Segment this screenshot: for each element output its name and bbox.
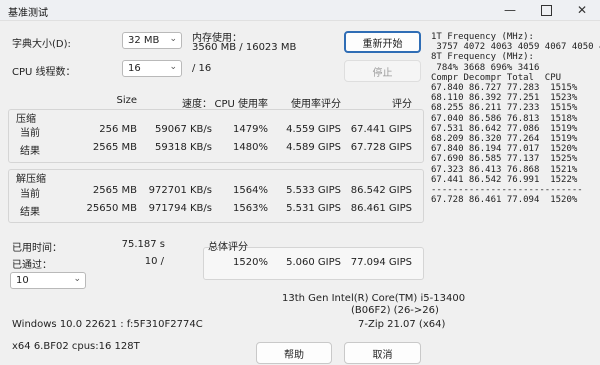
cancel-button[interactable]: 取消: [344, 342, 421, 364]
usage-rating-cell: 5.531 GIPS: [286, 203, 341, 214]
header-rating: 评分: [392, 99, 412, 110]
log-line: 67.690 86.585 77.137 1525%: [431, 154, 578, 165]
log-line: 3757 4072 4063 4059 4067 4050 4060: [436, 42, 600, 53]
size-cell: 2565 MB: [92, 185, 137, 196]
usage-rating-cell: 5.533 GIPS: [286, 185, 341, 196]
dict-size-select[interactable]: 32 MB ⌄: [122, 32, 182, 49]
header-cpu-usage: CPU 使用率: [214, 99, 268, 110]
dict-size-label: 字典大小(D):: [12, 39, 71, 50]
compress-group: [8, 109, 424, 163]
stop-button[interactable]: 停止: [344, 60, 421, 82]
usage-rating-cell: 4.559 GIPS: [286, 124, 341, 135]
cpu-id: (B06F2) (26->26): [351, 305, 439, 316]
total-rating-value: 77.094 GIPS: [350, 257, 412, 268]
cpu-threads-select[interactable]: 16 ⌄: [122, 60, 182, 77]
row-label: 当前: [20, 128, 40, 139]
chevron-down-icon: ⌄: [73, 274, 81, 284]
log-line: 784% 3668 696% 3416: [431, 62, 540, 73]
header-speed: 速度：: [182, 99, 212, 110]
elapsed-label: 已用时间：: [12, 243, 62, 254]
log-line: 67.840 86.727 77.283 1515%: [431, 83, 578, 94]
total-rating-label: 总体评分: [208, 242, 248, 253]
passes-select[interactable]: 10 ⌄: [10, 272, 86, 289]
size-cell: 2565 MB: [92, 142, 137, 153]
log-line: 68.209 86.320 77.264 1519%: [431, 134, 578, 145]
compress-label: 压缩: [16, 114, 36, 125]
size-cell: 256 MB: [99, 124, 137, 135]
passes-value: 10: [16, 275, 29, 286]
passed-value: 10 /: [144, 256, 164, 267]
rating-cell: 86.461 GIPS: [350, 203, 412, 214]
frequency-log-panel: 1T Frequency (MHz): 3757 4072 4063 4059 …: [431, 32, 600, 206]
speed-cell: 971794 KB/s: [148, 203, 212, 214]
log-line: 67.441 86.542 76.991 1522%: [431, 174, 578, 185]
log-line: 67.323 86.413 76.868 1521%: [431, 164, 578, 175]
log-line: 68.110 86.392 77.251 1523%: [431, 93, 578, 104]
total-cpu-usage: 1520%: [233, 257, 268, 268]
memory-usage-value: 3560 MB / 16023 MB: [192, 42, 297, 53]
usage-rating-cell: 4.589 GIPS: [286, 142, 341, 153]
chevron-down-icon: ⌄: [169, 34, 177, 44]
decompress-group: [8, 169, 424, 223]
elapsed-value: 75.187 s: [121, 239, 165, 250]
log-line: 67.840 86.194 77.017 1520%: [431, 144, 578, 155]
row-label: 结果: [20, 146, 40, 157]
cpu-cell: 1563%: [233, 203, 268, 214]
rating-cell: 67.441 GIPS: [350, 124, 412, 135]
cpu-cell: 1479%: [233, 124, 268, 135]
passed-label: 已通过：: [12, 260, 52, 271]
speed-cell: 59067 KB/s: [155, 124, 212, 135]
decompress-label: 解压缩: [16, 174, 46, 185]
cpu-threads-value: 16: [128, 63, 141, 74]
log-line: 67.728 86.461 77.094 1520%: [431, 195, 578, 206]
log-line: 8T Frequency (MHz):: [431, 52, 534, 63]
speed-cell: 972701 KB/s: [148, 185, 212, 196]
cpu-cell: 1564%: [233, 185, 268, 196]
log-line: ----------------------------: [431, 185, 583, 196]
cpu-threads-total: / 16: [192, 63, 212, 74]
header-usage-rating: 使用率评分: [291, 99, 341, 110]
log-line: 67.040 86.586 76.813 1518%: [431, 113, 578, 124]
cpu-threads-label: CPU 线程数：: [12, 67, 76, 78]
maximize-icon[interactable]: [528, 0, 564, 20]
cpu-cell: 1480%: [233, 142, 268, 153]
cpu-model: 13th Gen Intel(R) Core(TM) i5-13400: [282, 293, 466, 304]
total-usage-rating: 5.060 GIPS: [286, 257, 341, 268]
close-icon[interactable]: ✕: [564, 0, 600, 20]
speed-cell: 59318 KB/s: [155, 142, 212, 153]
log-line: Compr Decompr Total CPU: [431, 72, 562, 83]
log-line: 1T Frequency (MHz):: [431, 32, 534, 42]
size-cell: 25650 MB: [86, 203, 137, 214]
minimize-icon[interactable]: —: [492, 0, 528, 20]
rating-cell: 67.728 GIPS: [350, 142, 412, 153]
title-bar: 基准测试 — ✕: [0, 0, 600, 21]
row-label: 当前: [20, 189, 40, 200]
log-line: 68.255 86.211 77.233 1515%: [431, 103, 578, 114]
dict-size-value: 32 MB: [128, 35, 160, 46]
window-title: 基准测试: [8, 8, 48, 19]
log-line: 67.531 86.642 77.086 1519%: [431, 123, 578, 134]
chevron-down-icon: ⌄: [169, 62, 177, 72]
help-button[interactable]: 帮助: [256, 342, 332, 364]
rating-cell: 86.542 GIPS: [350, 185, 412, 196]
os-info: Windows 10.0 22621 : f:5F310F2774C: [12, 319, 203, 330]
app-version: 7-Zip 21.07 (x64): [358, 319, 446, 330]
header-size: Size: [116, 95, 137, 106]
restart-button[interactable]: 重新开始: [344, 31, 421, 53]
arch-info: x64 6.BF02 cpus:16 128T: [12, 341, 140, 352]
row-label: 结果: [20, 207, 40, 218]
